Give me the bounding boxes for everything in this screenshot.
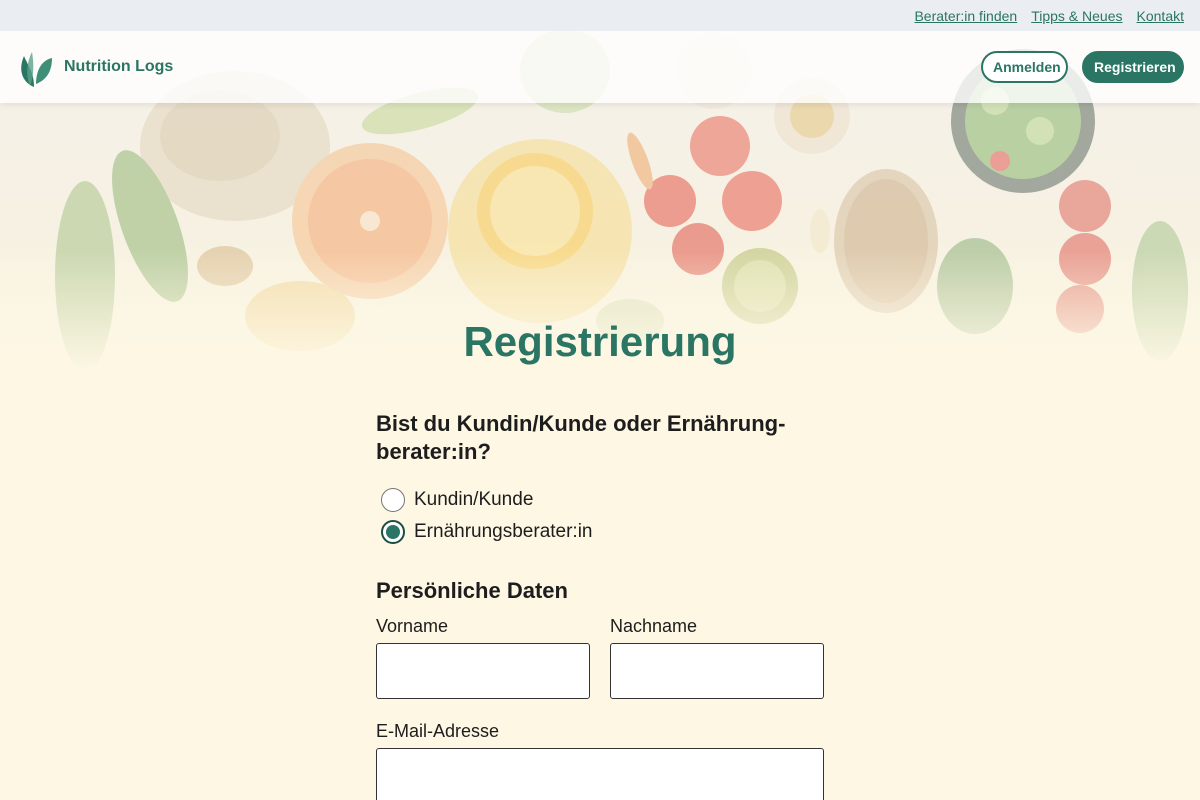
role-radio-group: Kundin/Kunde Ernährungsberater:in [376, 484, 824, 548]
utility-link-contact[interactable]: Kontakt [1137, 8, 1184, 24]
first-name-group: Vorname [376, 616, 590, 699]
utility-link-tips-news[interactable]: Tipps & Neues [1031, 8, 1122, 24]
utility-link-find-advisor[interactable]: Berater:in finden [914, 8, 1017, 24]
leaf-logo-icon [21, 52, 52, 87]
site-header: Nutrition Logs Anmelden Registrieren [0, 31, 1200, 103]
first-name-field[interactable] [376, 643, 590, 699]
last-name-group: Nachname [610, 616, 824, 699]
email-group: E-Mail-Adresse [376, 721, 824, 800]
register-button[interactable]: Registrieren [1082, 51, 1184, 83]
role-option-customer[interactable]: Kundin/Kunde [376, 484, 824, 516]
role-option-advisor[interactable]: Ernährungsberater:in [376, 516, 824, 548]
header-actions: Anmelden Registrieren [981, 51, 1184, 83]
role-option-label: Ernährungsberater:in [414, 521, 593, 542]
name-row: Vorname Nachname [376, 616, 824, 699]
email-label: E-Mail-Adresse [376, 721, 500, 741]
last-name-field[interactable] [610, 643, 824, 699]
role-option-label: Kundin/Kunde [414, 489, 534, 510]
role-question: Bist du Kundin/Kunde oder Ernährung-bera… [376, 411, 786, 464]
first-name-label: Vorname [376, 616, 449, 636]
page-title: Registrierung [463, 318, 737, 365]
login-button[interactable]: Anmelden [981, 51, 1068, 83]
personal-data-heading: Persönliche Daten [376, 578, 568, 603]
brand[interactable]: Nutrition Logs [16, 46, 173, 88]
last-name-label: Nachname [610, 616, 698, 636]
utility-nav: Berater:in finden Tipps & Neues Kontakt [0, 0, 1200, 31]
email-field[interactable] [376, 748, 824, 800]
registration-form: Bist du Kundin/Kunde oder Ernährung-bera… [376, 410, 824, 800]
radio-customer[interactable] [381, 488, 405, 512]
radio-advisor[interactable] [381, 520, 405, 544]
brand-name: Nutrition Logs [64, 58, 174, 75]
